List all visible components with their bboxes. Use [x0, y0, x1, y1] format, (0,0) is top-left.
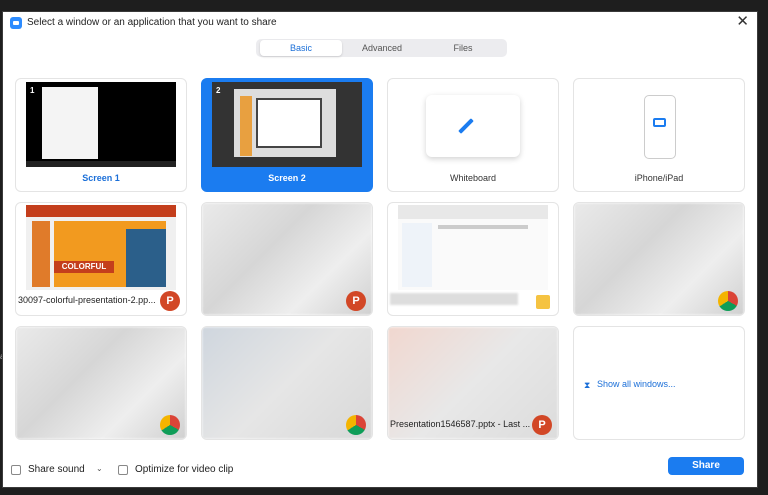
whiteboard-tile[interactable]: Whiteboard: [387, 78, 559, 192]
window-tile-colorful-presentation[interactable]: COLORFUL 30097-colorful-presentation-2.p…: [15, 202, 187, 316]
screen-number: 1: [30, 86, 35, 95]
tab-basic[interactable]: Basic: [260, 40, 342, 56]
footer: Share sound ⌄ Optimize for video clip Sh…: [3, 454, 757, 487]
title-bar: Select a window or an application that y…: [3, 12, 757, 34]
window-thumbnail: COLORFUL: [26, 205, 176, 290]
window-thumbnail: [398, 205, 548, 290]
window-tile-blurred-chrome[interactable]: [573, 202, 745, 316]
windows-icon: ⧗: [584, 379, 591, 390]
chrome-icon: [718, 291, 738, 311]
share-screen-dialog: Select a window or an application that y…: [3, 12, 757, 487]
share-tabs: Basic Advanced Files: [256, 39, 507, 57]
screen-2-tile[interactable]: 2 Screen 2: [201, 78, 373, 192]
screen-number: 2: [216, 86, 221, 95]
screen-2-label: Screen 2: [268, 173, 306, 183]
phone-icon: [644, 95, 676, 159]
show-all-windows-label: Show all windows...: [597, 379, 676, 389]
close-icon[interactable]: ✕: [736, 14, 749, 30]
screen-1-thumbnail: 1: [26, 82, 176, 167]
screen-1-label: Screen 1: [82, 173, 120, 183]
window-title-blurred: [390, 293, 518, 305]
share-button[interactable]: Share: [668, 457, 744, 475]
powerpoint-icon: P: [532, 415, 552, 435]
folder-icon: [536, 295, 550, 309]
powerpoint-icon: P: [160, 291, 180, 311]
screen-2-thumbnail: 2: [212, 82, 362, 167]
share-sound-checkbox[interactable]: [11, 465, 21, 475]
optimize-video-checkbox[interactable]: [118, 465, 128, 475]
whiteboard-label: Whiteboard: [449, 173, 497, 183]
slide-title: COLORFUL: [54, 261, 114, 273]
dialog-title: Select a window or an application that y…: [27, 17, 277, 28]
window-title: Presentation1546587.pptx - Last ...: [390, 419, 531, 429]
optimize-video-label: Optimize for video clip: [135, 464, 234, 475]
chevron-down-icon[interactable]: ⌄: [96, 464, 103, 473]
show-all-windows-tile[interactable]: ⧗ Show all windows...: [573, 326, 745, 440]
tab-files[interactable]: Files: [422, 40, 504, 56]
window-tile-presentation1546587[interactable]: Presentation1546587.pptx - Last ... P: [387, 326, 559, 440]
window-tile-blurred-chrome-2[interactable]: [15, 326, 187, 440]
whiteboard-card: [426, 95, 520, 157]
pencil-icon: [458, 118, 474, 134]
zoom-app-icon: [10, 17, 22, 29]
tab-advanced[interactable]: Advanced: [341, 40, 423, 56]
iphone-ipad-tile[interactable]: iPhone/iPad: [573, 78, 745, 192]
window-tile-file-explorer[interactable]: [387, 202, 559, 316]
iphone-ipad-label: iPhone/iPad: [634, 173, 684, 183]
share-sound-label: Share sound: [28, 464, 85, 475]
chrome-icon: [160, 415, 180, 435]
screen-1-tile[interactable]: 1 Screen 1: [15, 78, 187, 192]
chrome-icon: [346, 415, 366, 435]
window-tile-blurred-chrome-3[interactable]: [201, 326, 373, 440]
window-tile-blurred-ppt[interactable]: P: [201, 202, 373, 316]
window-title: 30097-colorful-presentation-2.pp...: [18, 295, 156, 305]
airplay-icon: [653, 118, 666, 127]
show-all-windows-link[interactable]: ⧗ Show all windows...: [584, 379, 676, 389]
powerpoint-icon: P: [346, 291, 366, 311]
